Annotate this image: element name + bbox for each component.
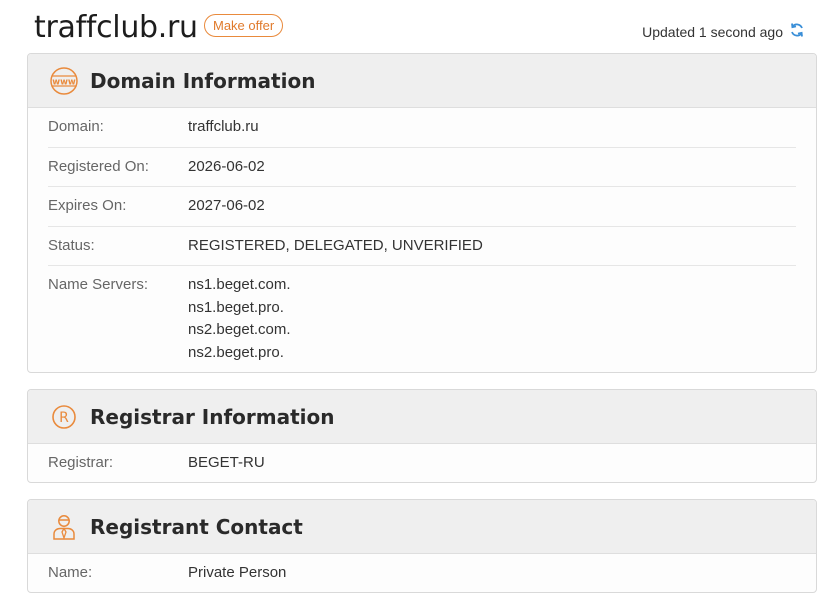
registrant-contact-card: Registrant Contact Name: Private Person (27, 499, 817, 593)
status-row: Status: REGISTERED, DELEGATED, UNVERIFIE… (48, 227, 796, 266)
page-title: traffclub.ru (34, 10, 198, 45)
card-header: www Domain Information (28, 54, 816, 108)
name-server: ns1.beget.pro. (188, 298, 284, 316)
name-servers-list: ns1.beget.com. ns1.beget.pro. ns2.beget.… (188, 274, 291, 364)
svg-text:R: R (59, 410, 69, 426)
updated-text: Updated 1 second ago (642, 23, 783, 40)
person-icon (48, 511, 80, 543)
update-status: Updated 1 second ago (642, 22, 805, 41)
card-title: Registrant Contact (90, 514, 303, 539)
card-title: Registrar Information (90, 404, 335, 429)
card-header: Registrant Contact (28, 500, 816, 554)
expires-on-row: Expires On: 2027-06-02 (48, 187, 796, 227)
www-icon: www (48, 65, 80, 97)
registrar-row: Registrar: BEGET-RU (48, 454, 265, 471)
registered-icon: R (48, 401, 80, 433)
refresh-icon[interactable] (789, 22, 805, 41)
card-title: Domain Information (90, 68, 316, 93)
domain-information-card: www Domain Information Domain: traffclub… (27, 53, 817, 373)
domain-row: Domain: traffclub.ru (48, 108, 796, 148)
registrar-information-card: R Registrar Information Registrar: BEGET… (27, 389, 817, 483)
page-header: traffclub.ru Make offer Updated 1 second… (34, 6, 805, 50)
make-offer-button[interactable]: Make offer (204, 14, 284, 37)
name-servers-row: Name Servers: ns1.beget.com. ns1.beget.p… (48, 266, 796, 370)
card-header: R Registrar Information (28, 390, 816, 444)
registered-on-row: Registered On: 2026-06-02 (48, 148, 796, 187)
name-row: Name: Private Person (48, 564, 287, 581)
name-server: ns1.beget.com. (188, 276, 291, 293)
svg-text:www: www (52, 77, 76, 87)
name-server: ns2.beget.pro. (188, 343, 284, 361)
name-server: ns2.beget.com. (188, 321, 291, 338)
